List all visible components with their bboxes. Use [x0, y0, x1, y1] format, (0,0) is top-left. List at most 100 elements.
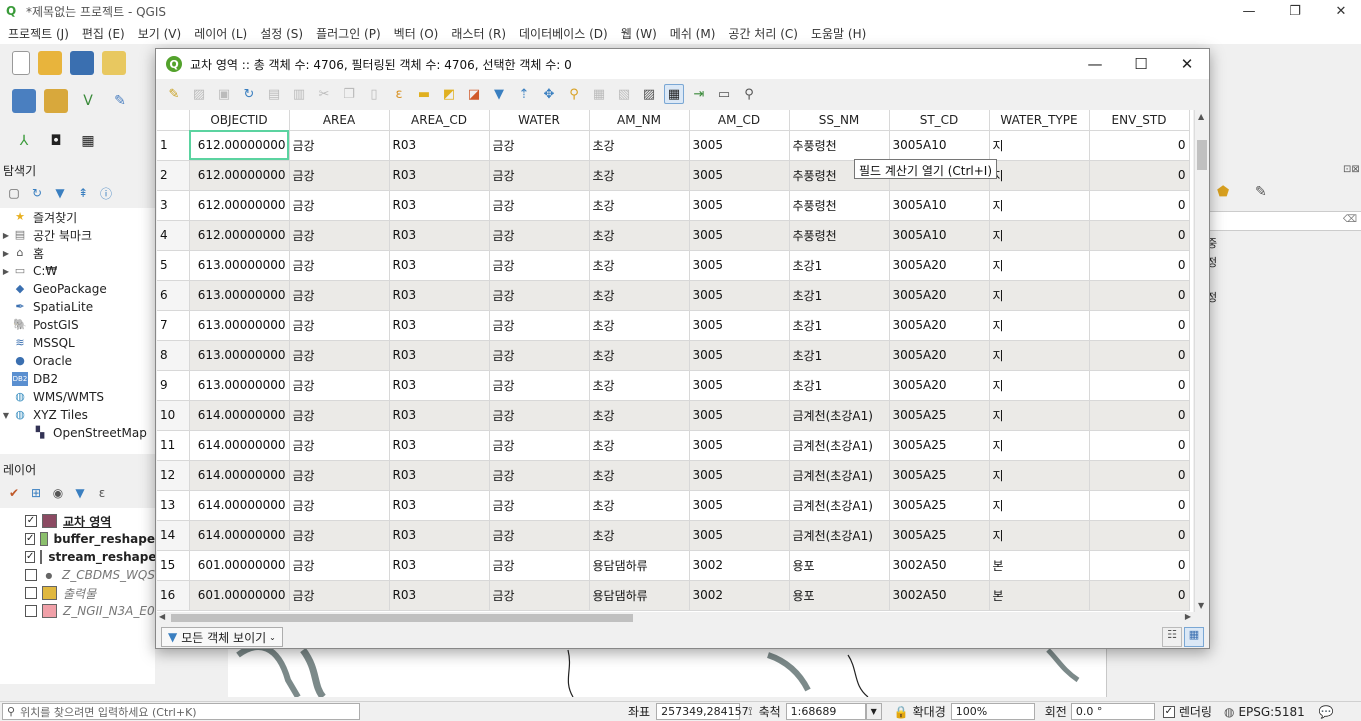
- table-cell[interactable]: 0: [1089, 400, 1190, 431]
- table-cell[interactable]: 614.00000000: [189, 520, 290, 551]
- camera-icon[interactable]: ◘: [44, 129, 68, 153]
- table-row[interactable]: 12 614.00000000 금강 R03 금강 초강 3005 금계천(초강A1) 3005…: [157, 460, 1190, 491]
- column-header[interactable]: OBJECTID: [189, 110, 290, 131]
- table-cell[interactable]: 0: [1089, 490, 1190, 521]
- add-group-icon[interactable]: ⊞: [28, 485, 44, 501]
- coord-field[interactable]: 257349,284157: [656, 703, 749, 720]
- table-cell[interactable]: 0: [1089, 280, 1190, 311]
- browser-item-oracle[interactable]: ● Oracle: [0, 352, 155, 370]
- expand-arrow[interactable]: ▶: [0, 249, 12, 258]
- crs-globe-icon[interactable]: ◍: [1224, 705, 1234, 719]
- table-cell[interactable]: R03: [389, 460, 490, 491]
- actions-icon[interactable]: ⚲: [739, 84, 759, 104]
- table-cell[interactable]: 지: [989, 280, 1090, 311]
- style-icon[interactable]: ✔: [6, 485, 22, 501]
- table-cell[interactable]: 초강1: [789, 340, 890, 371]
- table-cell[interactable]: 3005A20: [889, 340, 990, 371]
- table-cell[interactable]: 지: [989, 250, 1090, 281]
- pan-to-selection-icon[interactable]: ✥: [539, 84, 559, 104]
- table-cell[interactable]: 금강: [289, 220, 390, 251]
- table-cell[interactable]: 초강1: [789, 310, 890, 341]
- invert-selection-icon[interactable]: ◩: [439, 84, 459, 104]
- layer-checkbox[interactable]: ✓: [25, 533, 36, 545]
- column-header[interactable]: WATER: [489, 110, 590, 131]
- row-header[interactable]: 3: [157, 190, 190, 221]
- column-header[interactable]: ENV_STD: [1089, 110, 1190, 131]
- row-header[interactable]: 2: [157, 160, 190, 191]
- row-header[interactable]: 9: [157, 370, 190, 401]
- table-cell[interactable]: 3005: [689, 310, 790, 341]
- table-row[interactable]: 15 601.00000000 금강 R03 금강 용담댐하류 3002 용포 3002A50 본…: [157, 550, 1190, 581]
- add-selected-icon[interactable]: ▢: [6, 185, 22, 201]
- table-cell[interactable]: 추풍령천: [789, 130, 890, 161]
- browser-item-db2[interactable]: DB2 DB2: [0, 370, 155, 388]
- table-cell[interactable]: 초강: [589, 280, 690, 311]
- qr-icon[interactable]: ▦: [76, 129, 100, 153]
- table-cell[interactable]: R03: [389, 220, 490, 251]
- organize-columns-icon[interactable]: ▨: [639, 84, 659, 104]
- table-cell[interactable]: 0: [1089, 220, 1190, 251]
- column-header[interactable]: AREA: [289, 110, 390, 131]
- browser-item-home[interactable]: ▶ ⌂ 홈: [0, 244, 155, 262]
- menu-mesh[interactable]: 메쉬 (M): [670, 25, 716, 42]
- table-cell[interactable]: 3005: [689, 340, 790, 371]
- table-cell[interactable]: R03: [389, 490, 490, 521]
- table-cell[interactable]: 초강: [589, 490, 690, 521]
- table-cell[interactable]: R03: [389, 310, 490, 341]
- label-tool-icon[interactable]: ⬟: [1217, 184, 1229, 200]
- open-project-icon[interactable]: [38, 51, 62, 75]
- table-row[interactable]: 3 612.00000000 금강 R03 금강 초강 3005 추풍령천 3005A10 지 0: [157, 190, 1190, 221]
- table-cell[interactable]: 금강: [489, 340, 590, 371]
- table-cell[interactable]: 614.00000000: [189, 460, 290, 491]
- crs-label[interactable]: EPSG:5181: [1238, 705, 1304, 719]
- pencil-icon[interactable]: ✎: [108, 89, 132, 113]
- table-cell[interactable]: 3005A25: [889, 460, 990, 491]
- new-project-icon[interactable]: [12, 51, 30, 75]
- table-cell[interactable]: 3005A25: [889, 430, 990, 461]
- minimize-button[interactable]: —: [1226, 0, 1272, 22]
- table-cell[interactable]: 금강: [489, 160, 590, 191]
- table-cell[interactable]: 0: [1089, 460, 1190, 491]
- layer-item[interactable]: Z_NGII_N3A_E0: [0, 602, 155, 620]
- table-cell[interactable]: 금계천(초강A1): [789, 520, 890, 551]
- table-cell[interactable]: 0: [1089, 340, 1190, 371]
- digitize-icon[interactable]: V: [76, 89, 100, 113]
- table-cell[interactable]: 금강: [489, 370, 590, 401]
- messages-icon[interactable]: 💬: [1319, 705, 1334, 719]
- row-header[interactable]: 14: [157, 520, 190, 551]
- row-header[interactable]: 16: [157, 580, 190, 611]
- table-cell[interactable]: 용담댐하류: [589, 580, 690, 611]
- browser-item-xyz-tiles[interactable]: ▼ ◍ XYZ Tiles: [0, 406, 155, 424]
- menu-settings[interactable]: 설정 (S): [260, 25, 303, 42]
- menu-help[interactable]: 도움말 (H): [811, 25, 866, 42]
- toggle-edit-icon[interactable]: ✎: [164, 84, 184, 104]
- vertical-scrollbar[interactable]: ▲ ▼: [1194, 110, 1209, 612]
- table-cell[interactable]: 금강: [289, 550, 390, 581]
- table-cell[interactable]: R03: [389, 370, 490, 401]
- table-cell[interactable]: 금계천(초강A1): [789, 460, 890, 491]
- table-cell[interactable]: 초강: [589, 220, 690, 251]
- scale-field[interactable]: 1:68689: [785, 703, 866, 720]
- table-cell[interactable]: 0: [1089, 550, 1190, 581]
- table-row[interactable]: 5 613.00000000 금강 R03 금강 초강 3005 초강1 3005A20 지 0: [157, 250, 1190, 281]
- table-cell[interactable]: 초강: [589, 370, 690, 401]
- show-all-features-button[interactable]: ▼ 모든 객체 보이기 ⌄: [161, 627, 283, 647]
- layer-item[interactable]: ✓ 교차 영역: [0, 512, 155, 530]
- row-header[interactable]: 10: [157, 400, 190, 431]
- table-cell[interactable]: R03: [389, 400, 490, 431]
- save-project-icon[interactable]: [70, 51, 94, 75]
- deselect-all-icon[interactable]: ◪: [464, 84, 484, 104]
- scroll-right-arrow-icon[interactable]: ▶: [1185, 612, 1191, 621]
- copy-icon[interactable]: ❐: [339, 84, 359, 104]
- layer-item[interactable]: ✓ buffer_reshape: [0, 530, 155, 548]
- delete-field-icon[interactable]: ▧: [614, 84, 634, 104]
- table-cell[interactable]: 3005: [689, 130, 790, 161]
- table-cell[interactable]: 초강: [589, 250, 690, 281]
- table-cell[interactable]: 금강: [489, 190, 590, 221]
- layer-checkbox[interactable]: [25, 587, 37, 599]
- info-icon[interactable]: ⓘ: [98, 185, 114, 201]
- dialog-maximize-button[interactable]: ☐: [1118, 49, 1164, 79]
- table-row[interactable]: 16 601.00000000 금강 R03 금강 용담댐하류 3002 용포 3002A50 본…: [157, 580, 1190, 611]
- plugin-green-icon[interactable]: ⅄: [12, 129, 36, 153]
- table-cell[interactable]: 초강1: [789, 280, 890, 311]
